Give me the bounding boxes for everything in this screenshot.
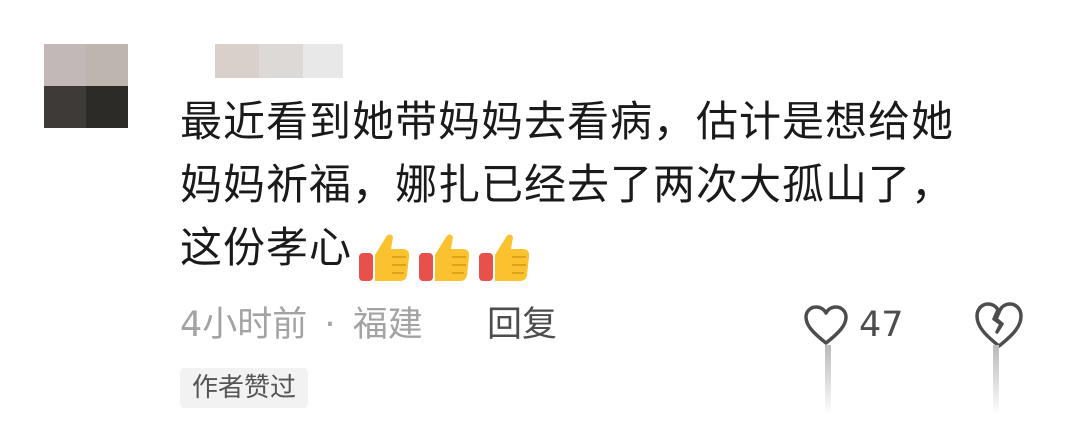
comment-line-3-text: 这份孝心 bbox=[180, 223, 353, 272]
emoji-group bbox=[356, 222, 536, 285]
like-button[interactable]: 47 bbox=[803, 300, 904, 350]
broken-heart-icon[interactable] bbox=[973, 300, 1025, 350]
heart-outline-icon bbox=[804, 305, 848, 345]
like-count: 47 bbox=[859, 305, 904, 345]
thumbs-up-icon bbox=[419, 234, 470, 281]
comment-line-3: 这份孝心 bbox=[180, 216, 1000, 285]
location: 福建 bbox=[352, 305, 423, 345]
author-liked-badge: 作者赞过 bbox=[180, 368, 309, 408]
comment-line-1: 最近看到她带妈妈去看病，估计是想给她 bbox=[180, 97, 955, 146]
streak-artifact bbox=[993, 345, 999, 415]
comment-line-2: 妈妈祈福，娜扎已经去了两次大孤山了， bbox=[180, 160, 955, 209]
thumbs-up-icon bbox=[359, 234, 410, 281]
streak-artifact bbox=[825, 345, 831, 415]
comment-meta: 4小时前 · 福建 bbox=[180, 302, 423, 348]
thumbs-up-icon bbox=[479, 234, 530, 281]
avatar[interactable] bbox=[44, 44, 128, 128]
timestamp: 4小时前 bbox=[180, 305, 308, 345]
username-mosaic[interactable] bbox=[215, 44, 343, 78]
meta-separator: · bbox=[324, 305, 336, 345]
reply-button[interactable]: 回复 bbox=[487, 302, 557, 348]
comment-text: 最近看到她带妈妈去看病，估计是想给她 妈妈祈福，娜扎已经去了两次大孤山了， 这份… bbox=[180, 90, 1000, 285]
